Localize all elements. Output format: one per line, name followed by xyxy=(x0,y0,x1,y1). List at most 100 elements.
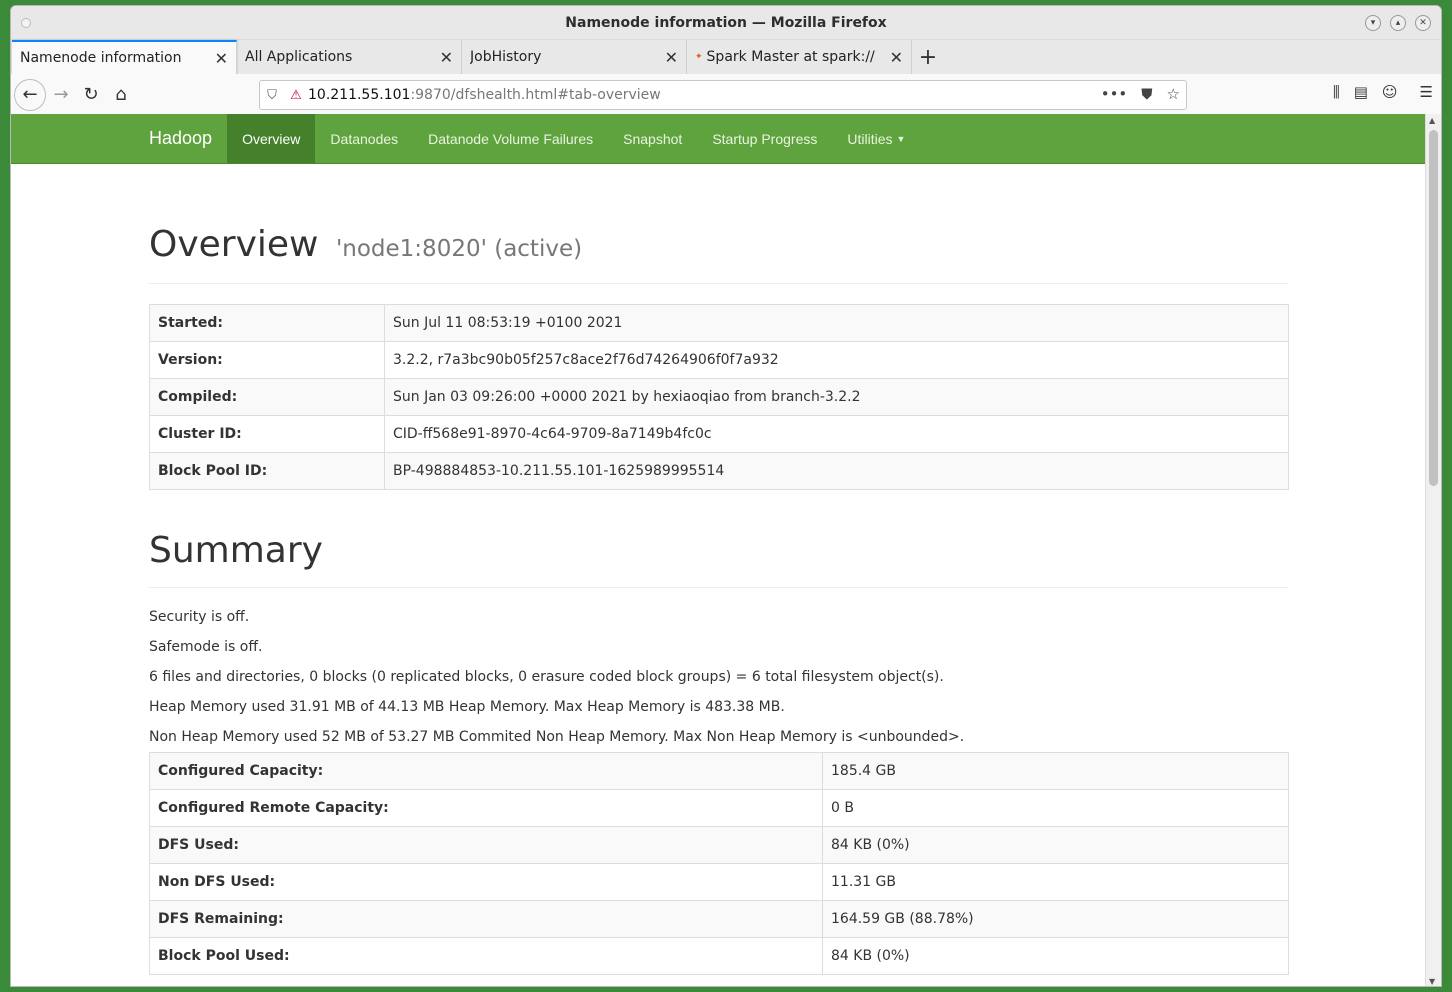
page-viewport: Hadoop Overview Datanodes Datanode Volum… xyxy=(11,114,1427,986)
summary-heading: Summary xyxy=(149,530,1289,588)
summary-lines: Security is off. Safemode is off. 6 file… xyxy=(149,602,1289,752)
back-button[interactable]: ← xyxy=(14,78,46,111)
table-row: Block Pool Used: 84 KB (0%) xyxy=(149,937,1289,975)
row-key: DFS Remaining: xyxy=(149,900,823,938)
tab-label: Namenode information xyxy=(20,50,182,66)
row-value: 164.59 GB (88.78%) xyxy=(822,900,1289,938)
account-icon[interactable]: ☺ xyxy=(1382,83,1398,101)
sidebar-icon[interactable]: ▤ xyxy=(1354,83,1368,101)
close-tab-icon[interactable]: ✕ xyxy=(440,48,453,67)
tab-strip: Namenode information ✕ All Applications … xyxy=(11,40,1441,74)
row-key: Configured Capacity: xyxy=(149,752,823,790)
table-row: Configured Capacity: 185.4 GB xyxy=(149,752,1289,790)
nav-startup-progress[interactable]: Startup Progress xyxy=(697,114,832,163)
insecure-connection-icon[interactable]: ⚠ xyxy=(284,88,308,103)
scrollbar-thumb[interactable] xyxy=(1429,130,1438,486)
table-row: Compiled: Sun Jan 03 09:26:00 +0000 2021 … xyxy=(149,378,1289,416)
close-tab-icon[interactable]: ✕ xyxy=(665,48,678,67)
row-key: Version: xyxy=(149,341,385,379)
summary-line: Heap Memory used 31.91 MB of 44.13 MB He… xyxy=(149,699,785,715)
summary-line: Non Heap Memory used 52 MB of 53.27 MB C… xyxy=(149,729,965,745)
row-key: Non DFS Used: xyxy=(149,863,823,901)
row-key: DFS Used: xyxy=(149,826,823,864)
url-host: 10.211.55.101 xyxy=(308,87,411,103)
title-bar: Namenode information — Mozilla Firefox ▾… xyxy=(11,6,1441,40)
browser-window: Namenode information — Mozilla Firefox ▾… xyxy=(10,5,1442,987)
table-row: Block Pool ID: BP-498884853-10.211.55.101… xyxy=(149,452,1289,490)
forward-button[interactable]: → xyxy=(46,80,76,110)
tab-label: JobHistory xyxy=(470,49,542,65)
navigation-toolbar: ← → ↻ ⌂ ⛉ ⚠ 10.211.55.101:9870/dfshealth… xyxy=(11,74,1441,116)
library-icon[interactable]: ⫼ xyxy=(1333,83,1340,101)
row-value: BP-498884853-10.211.55.101-1625989995514 xyxy=(384,452,1289,490)
menu-icon[interactable]: ☰ xyxy=(1420,83,1433,101)
summary-line: 6 files and directories, 0 blocks (0 rep… xyxy=(149,669,944,685)
page-actions-icon[interactable]: ••• xyxy=(1101,85,1128,103)
tab-all-applications[interactable]: All Applications ✕ xyxy=(237,40,462,74)
new-tab-button[interactable]: + xyxy=(912,40,944,74)
row-value: 3.2.2, r7a3bc90b05f257c8ace2f76d74264906… xyxy=(384,341,1289,379)
tab-jobhistory[interactable]: JobHistory ✕ xyxy=(462,40,687,74)
row-value: 11.31 GB xyxy=(822,863,1289,901)
caret-down-icon: ▼ xyxy=(896,133,906,144)
row-key: Cluster ID: xyxy=(149,415,385,453)
nav-snapshot[interactable]: Snapshot xyxy=(608,114,697,163)
scroll-up-arrow-icon[interactable]: ▲ xyxy=(1429,116,1435,125)
url-path: :9870/dfshealth.html#tab-overview xyxy=(410,87,661,103)
spark-favicon-icon: ✦ xyxy=(695,52,703,62)
row-key: Configured Remote Capacity: xyxy=(149,789,823,827)
tab-namenode-information[interactable]: Namenode information ✕ xyxy=(12,40,237,74)
row-key: Block Pool Used: xyxy=(149,937,823,975)
maximize-button[interactable]: ▴ xyxy=(1390,15,1406,31)
scroll-down-arrow-icon[interactable]: ▼ xyxy=(1429,977,1435,986)
row-value: 0 B xyxy=(822,789,1289,827)
window-title: Namenode information — Mozilla Firefox xyxy=(565,14,887,31)
table-row: Configured Remote Capacity: 0 B xyxy=(149,789,1289,827)
url-bar[interactable]: ⛉ ⚠ 10.211.55.101:9870/dfshealth.html#ta… xyxy=(259,80,1187,110)
hadoop-navbar: Hadoop Overview Datanodes Datanode Volum… xyxy=(11,114,1427,164)
nav-datanode-volume-failures[interactable]: Datanode Volume Failures xyxy=(413,114,608,163)
tab-spark-master[interactable]: ✦ Spark Master at spark:// ✕ xyxy=(687,40,912,74)
row-key: Started: xyxy=(149,304,385,342)
page-scrollbar[interactable]: ▲ ▼ xyxy=(1425,114,1441,986)
hadoop-brand[interactable]: Hadoop xyxy=(149,114,227,163)
overview-title: Overview xyxy=(149,224,319,265)
summary-table: Configured Capacity: 185.4 GB Configured … xyxy=(149,752,1289,975)
row-key: Block Pool ID: xyxy=(149,452,385,490)
table-row: Cluster ID: CID-ff568e91-8970-4c64-9709-8… xyxy=(149,415,1289,453)
tab-label: All Applications xyxy=(245,49,353,65)
row-value: 185.4 GB xyxy=(822,752,1289,790)
nav-datanodes[interactable]: Datanodes xyxy=(315,114,413,163)
table-row: DFS Remaining: 164.59 GB (88.78%) xyxy=(149,900,1289,938)
overview-subtitle: 'node1:8020' (active) xyxy=(335,236,583,262)
row-value: Sun Jan 03 09:26:00 +0000 2021 by hexiao… xyxy=(384,378,1289,416)
pocket-icon[interactable]: ⛊ xyxy=(1141,85,1152,103)
bookmark-star-icon[interactable]: ☆ xyxy=(1167,85,1180,103)
window-controls: ▾ ▴ ✕ xyxy=(1365,15,1431,31)
table-row: Started: Sun Jul 11 08:53:19 +0100 2021 xyxy=(149,304,1289,342)
close-window-button[interactable]: ✕ xyxy=(1415,15,1431,31)
site-info-shield-icon[interactable]: ⛉ xyxy=(260,88,284,103)
summary-line: Security is off. xyxy=(149,609,250,625)
table-row: Version: 3.2.2, r7a3bc90b05f257c8ace2f76d… xyxy=(149,341,1289,379)
table-row: DFS Used: 84 KB (0%) xyxy=(149,826,1289,864)
row-value: CID-ff568e91-8970-4c64-9709-8a7149b4fc0c xyxy=(384,415,1289,453)
row-value: Sun Jul 11 08:53:19 +0100 2021 xyxy=(384,304,1289,342)
table-row: Non DFS Used: 11.31 GB xyxy=(149,863,1289,901)
row-key: Compiled: xyxy=(149,378,385,416)
close-tab-icon[interactable]: ✕ xyxy=(215,49,228,68)
summary-line: Safemode is off. xyxy=(149,639,263,655)
reload-button[interactable]: ↻ xyxy=(76,80,106,110)
nav-overview[interactable]: Overview xyxy=(227,114,316,163)
row-value: 84 KB (0%) xyxy=(822,826,1289,864)
overview-heading: Overview 'node1:8020' (active) xyxy=(149,224,1289,284)
overview-table: Started: Sun Jul 11 08:53:19 +0100 2021 V… xyxy=(149,304,1289,490)
tab-label: Spark Master at spark:// xyxy=(706,49,875,65)
row-value: 84 KB (0%) xyxy=(822,937,1289,975)
home-button[interactable]: ⌂ xyxy=(106,80,136,110)
window-menu-dot[interactable] xyxy=(21,18,31,28)
close-tab-icon[interactable]: ✕ xyxy=(890,48,903,67)
nav-utilities[interactable]: Utilities ▼ xyxy=(832,114,920,163)
nav-utilities-label: Utilities xyxy=(847,130,893,147)
minimize-button[interactable]: ▾ xyxy=(1365,15,1381,31)
